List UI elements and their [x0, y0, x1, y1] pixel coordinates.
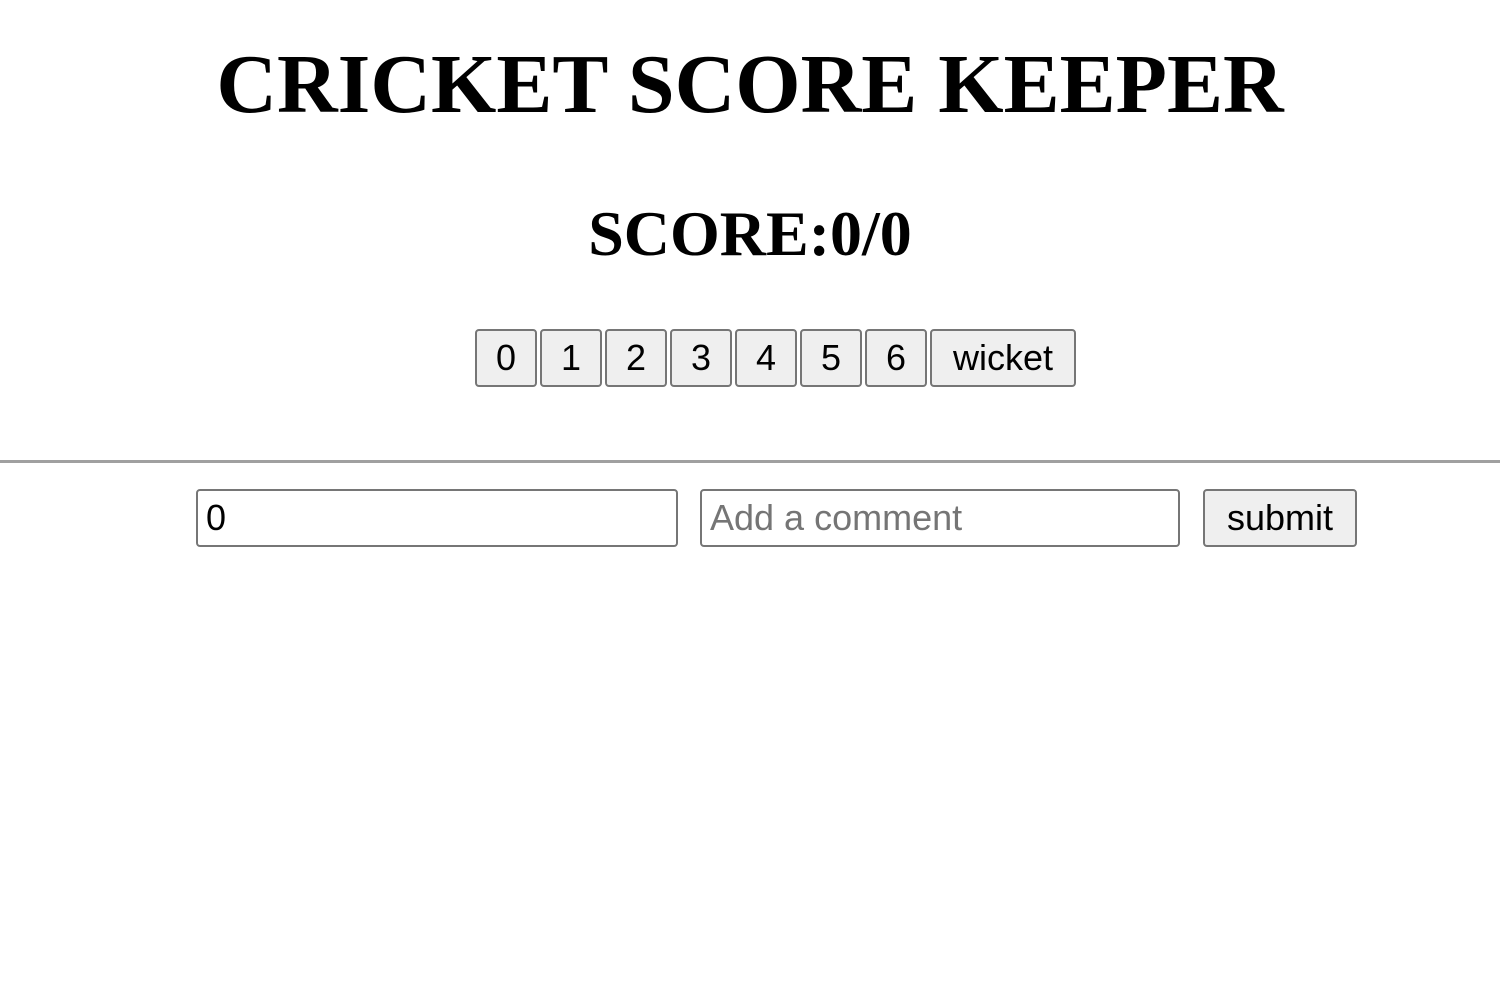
run-0-button[interactable]: 0 [475, 329, 537, 387]
run-2-button[interactable]: 2 [605, 329, 667, 387]
submit-button[interactable]: submit [1203, 489, 1357, 547]
runs-input[interactable] [196, 489, 678, 547]
run-buttons: 0 1 2 3 4 5 6 wicket [475, 329, 1076, 387]
run-3-button[interactable]: 3 [670, 329, 732, 387]
run-1-button[interactable]: 1 [540, 329, 602, 387]
score-runs: 0 [830, 198, 863, 269]
run-6-button[interactable]: 6 [865, 329, 927, 387]
score-label: SCORE: [588, 198, 831, 269]
score-separator: / [862, 198, 880, 269]
score-wickets: 0 [879, 198, 912, 269]
score-display: SCORE:0/0 [0, 198, 1500, 270]
page-title: CRICKET SCORE KEEPER [216, 38, 1284, 131]
run-5-button[interactable]: 5 [800, 329, 862, 387]
wicket-button[interactable]: wicket [930, 329, 1076, 387]
comment-input[interactable] [700, 489, 1180, 547]
run-4-button[interactable]: 4 [735, 329, 797, 387]
divider [0, 460, 1500, 463]
